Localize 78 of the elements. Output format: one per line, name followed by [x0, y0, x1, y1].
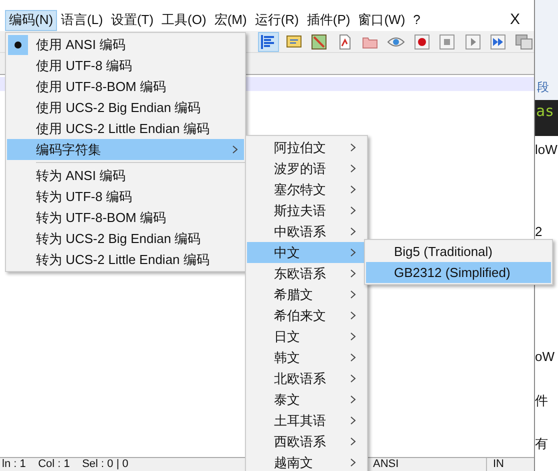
menu-option[interactable]: 斯拉夫语	[247, 200, 366, 221]
document-text: oW	[535, 348, 556, 366]
document-text: 2	[535, 222, 544, 240]
menu-option[interactable]: 中文	[247, 242, 366, 263]
chevron-icon	[350, 416, 356, 425]
chevron-icon	[350, 353, 356, 362]
chevron-icon	[350, 164, 356, 173]
toolbar-button[interactable]	[436, 32, 458, 52]
chevron-icon	[350, 206, 356, 215]
menu-item[interactable]: ?	[409, 10, 424, 30]
menu-option[interactable]: 使用 ANSI 编码	[7, 34, 244, 55]
fast-forward-icon	[490, 34, 506, 50]
document-text: 件	[535, 392, 549, 410]
menu-option[interactable]: 北欧语系	[247, 368, 366, 389]
menu-option[interactable]: GB2312 (Simplified)	[366, 262, 551, 283]
chevron-icon	[350, 437, 356, 446]
document-text: 有	[535, 435, 549, 453]
chevron-icon	[350, 395, 356, 404]
menu-option[interactable]: 越南文	[247, 452, 366, 471]
menu-option[interactable]: 波罗的语	[247, 158, 366, 179]
menu-item[interactable]: 设置(T)	[106, 10, 158, 30]
menu-item[interactable]: 语言(L)	[57, 10, 107, 30]
eye-icon	[387, 34, 405, 48]
menu-option[interactable]: 希伯来文	[247, 305, 366, 326]
menu-option[interactable]: 希腊文	[247, 284, 366, 305]
toolbar-button[interactable]	[258, 32, 279, 52]
note-icon	[286, 34, 302, 50]
chevron-icon	[350, 332, 356, 341]
menu-option[interactable]: 转为 UCS-2 Big Endian 编码	[7, 228, 244, 249]
toolbar-button[interactable]	[488, 32, 508, 52]
menu-item[interactable]: 运行(R)	[250, 10, 303, 30]
document-icon	[336, 34, 353, 50]
menu-item[interactable]: 宏(M)	[210, 10, 251, 30]
menu-option[interactable]: 韩文	[247, 347, 366, 368]
map-icon	[311, 34, 328, 50]
menu-option[interactable]: 日文	[247, 326, 366, 347]
menu-option[interactable]: 转为 UTF-8-BOM 编码	[7, 207, 244, 228]
toolbar-button[interactable]	[513, 32, 534, 52]
menu-option[interactable]: 转为 UCS-2 Little Endian 编码	[7, 249, 244, 270]
code-text: as	[535, 100, 558, 136]
menu-option[interactable]: Big5 (Traditional)	[366, 241, 551, 262]
chevron-icon	[350, 374, 356, 383]
menu-option[interactable]: 塞尔特文	[247, 179, 366, 200]
menu-item[interactable]: 窗口(W)	[354, 10, 410, 30]
chevron-icon	[350, 269, 356, 278]
lines-icon	[260, 34, 276, 50]
status-mode: IN	[486, 458, 534, 471]
menu-option[interactable]: 中欧语系	[247, 221, 366, 242]
chevron-icon	[350, 458, 356, 467]
menu-item[interactable]: 工具(O)	[158, 10, 210, 30]
status-position: ln : 1 Col : 1 Sel : 0 | 0	[1, 458, 128, 471]
bullet-icon	[8, 34, 28, 54]
chevron-icon	[350, 248, 356, 257]
menu-item[interactable]: 编码(N)	[5, 10, 58, 30]
menu-option[interactable]: 使用 UCS-2 Big Endian 编码	[7, 97, 244, 118]
chevron-icon	[350, 185, 356, 194]
menu-option[interactable]: 编码字符集	[7, 139, 244, 160]
chevron-icon	[350, 227, 356, 236]
chevron-icon	[350, 290, 356, 299]
menu-option[interactable]: 阿拉伯文	[247, 137, 366, 158]
menu-option[interactable]: 使用 UCS-2 Little Endian 编码	[7, 118, 244, 139]
menu-option[interactable]: 泰文	[247, 389, 366, 410]
menu-option[interactable]: 转为 ANSI 编码	[7, 165, 244, 186]
chevron-icon	[232, 145, 238, 154]
record-icon	[414, 34, 430, 50]
menu-option[interactable]: 转为 UTF-8 编码	[7, 186, 244, 207]
menu-option[interactable]: 土耳其语	[247, 410, 366, 431]
document-text: loW	[535, 141, 558, 159]
chevron-icon	[350, 143, 356, 152]
menu-option[interactable]: 东欧语系	[247, 263, 366, 284]
stop-icon	[439, 34, 456, 50]
ribbon-label: 段	[536, 79, 550, 96]
close-button[interactable]: X	[506, 8, 524, 32]
play-icon	[464, 34, 481, 50]
menu-item[interactable]: 插件(P)	[302, 10, 354, 30]
chevron-icon	[350, 311, 356, 320]
menu-option[interactable]: 使用 UTF-8-BOM 编码	[7, 76, 244, 97]
menu-option[interactable]: 西欧语系	[247, 431, 366, 452]
